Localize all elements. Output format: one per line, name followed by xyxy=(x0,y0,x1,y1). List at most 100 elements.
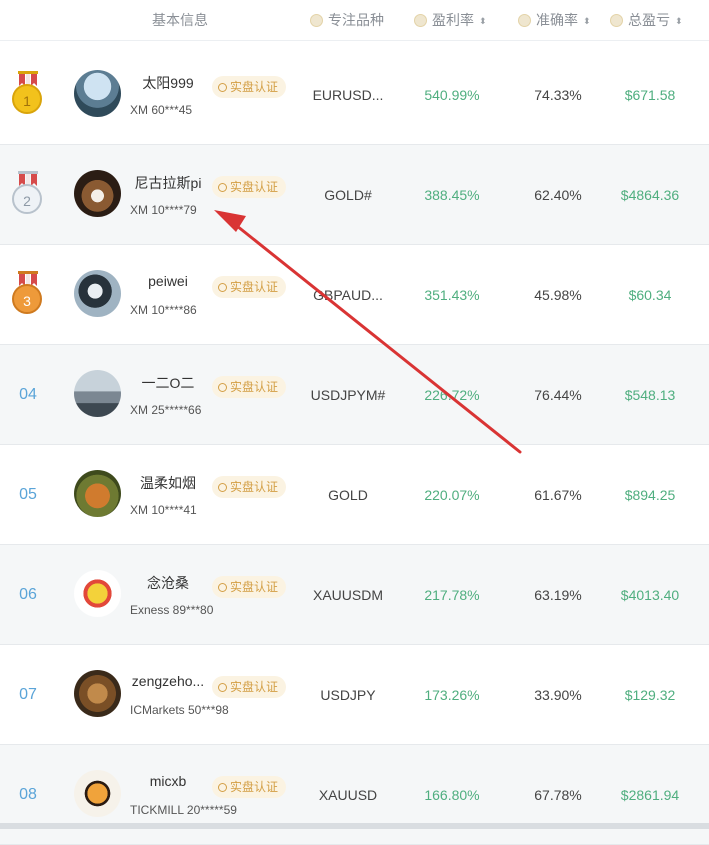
total-profit-value: $894.25 xyxy=(624,487,676,503)
header-profit-rate[interactable]: 盈利率 ⬍ xyxy=(414,0,487,40)
profit-rate-value: 173.26% xyxy=(424,687,480,703)
verified-badge-label: 实盘认证 xyxy=(230,280,279,294)
table-row[interactable]: 05 温柔如烟 XM 10****41 实盘认证 GOLD 220.07% 61… xyxy=(0,445,709,545)
broker-account: Exness 89***80 xyxy=(130,603,214,617)
focus-symbol: USDJPY xyxy=(320,687,376,703)
user-avatar[interactable] xyxy=(74,570,121,617)
user-name[interactable]: micxb xyxy=(128,773,208,789)
header-symbol-label: 专注品种 xyxy=(328,12,384,28)
symbol-icon xyxy=(310,14,323,27)
header-profit-rate-label: 盈利率 xyxy=(432,12,474,28)
verified-badge-label: 实盘认证 xyxy=(230,680,279,694)
user-name[interactable]: 一二O二 xyxy=(128,373,208,393)
user-name[interactable]: peiwei xyxy=(128,273,208,289)
user-name[interactable]: 温柔如烟 xyxy=(128,473,208,493)
profit-rate-value: 226.72% xyxy=(424,387,480,403)
verified-badge-label: 实盘认证 xyxy=(230,80,279,94)
verified-badge-label: 实盘认证 xyxy=(230,180,279,194)
gold-medal-icon: 1 xyxy=(10,71,46,119)
user-avatar[interactable] xyxy=(74,770,121,817)
verified-badge-label: 实盘认证 xyxy=(230,380,279,394)
header-basic-info-label: 基本信息 xyxy=(152,12,208,28)
verified-badge: 实盘认证 xyxy=(212,776,287,798)
medal-rank-number: 2 xyxy=(12,184,42,214)
broker-account: XM 60***45 xyxy=(130,103,193,117)
broker-account: XM 10****79 xyxy=(130,203,197,217)
accuracy-value: 61.67% xyxy=(534,487,582,503)
table-row[interactable]: 07 zengzeho... ICMarkets 50***98 实盘认证 US… xyxy=(0,645,709,745)
total-profit-value: $4864.36 xyxy=(620,187,680,203)
total-profit-value: $2861.94 xyxy=(620,787,680,803)
user-avatar[interactable] xyxy=(74,370,121,417)
user-avatar[interactable] xyxy=(74,170,121,217)
accuracy-value: 63.19% xyxy=(534,587,582,603)
verified-badge: 实盘认证 xyxy=(212,276,287,298)
sort-icon[interactable]: ⬍ xyxy=(479,1,487,41)
rank-number: 05 xyxy=(19,486,37,503)
table-row[interactable]: 04 一二O二 XM 25*****66 实盘认证 USDJPYM# 226.7… xyxy=(0,345,709,445)
medal-rank-number: 1 xyxy=(12,84,42,114)
user-avatar[interactable] xyxy=(74,270,121,317)
table-header: 基本信息 专注品种 盈利率 ⬍ 准确率 ⬍ 总盈亏 ⬍ xyxy=(0,0,709,41)
user-name[interactable]: zengzeho... xyxy=(128,673,208,689)
verified-badge: 实盘认证 xyxy=(212,476,287,498)
profit-icon xyxy=(414,14,427,27)
broker-account: TICKMILL 20*****59 xyxy=(130,803,237,817)
bronze-medal-icon: 3 xyxy=(10,271,46,319)
header-basic-info: 基本信息 xyxy=(152,0,208,40)
profit-rate-value: 217.78% xyxy=(424,587,480,603)
verified-icon xyxy=(218,483,227,492)
accuracy-value: 74.33% xyxy=(534,87,582,103)
profit-rate-value: 540.99% xyxy=(424,87,480,103)
rank-number: 06 xyxy=(19,586,37,603)
focus-symbol: XAUUSD xyxy=(318,787,378,803)
total-profit-value: $4013.40 xyxy=(620,587,680,603)
table-row[interactable]: 1 太阳999 XM 60***45 实盘认证 EURUSD... 540.99… xyxy=(0,45,709,145)
accuracy-value: 67.78% xyxy=(534,787,582,803)
accuracy-value: 45.98% xyxy=(534,287,582,303)
rank-number: 04 xyxy=(19,386,37,403)
profit-rate-value: 220.07% xyxy=(424,487,480,503)
table-row[interactable]: 2 尼古拉斯pi XM 10****79 实盘认证 GOLD# 388.45% … xyxy=(0,145,709,245)
verified-icon xyxy=(218,183,227,192)
total-profit-value: $129.32 xyxy=(624,687,676,703)
total-profit-value: $671.58 xyxy=(624,87,676,103)
user-name[interactable]: 念沧桑 xyxy=(128,573,208,593)
rank-number: 07 xyxy=(19,686,37,703)
verified-icon xyxy=(218,683,227,692)
verified-badge: 实盘认证 xyxy=(212,676,287,698)
verified-icon xyxy=(218,83,227,92)
verified-icon xyxy=(218,383,227,392)
sort-icon[interactable]: ⬍ xyxy=(583,1,591,41)
header-total[interactable]: 总盈亏 ⬍ xyxy=(610,0,683,40)
accuracy-icon xyxy=(518,14,531,27)
focus-symbol: USDJPYM# xyxy=(310,387,386,403)
accuracy-value: 62.40% xyxy=(534,187,582,203)
header-symbol: 专注品种 xyxy=(310,0,384,40)
focus-symbol: GOLD xyxy=(328,487,368,503)
table-row[interactable]: 3 peiwei XM 10****86 实盘认证 GBPAUD... 351.… xyxy=(0,245,709,345)
total-icon xyxy=(610,14,623,27)
verified-badge: 实盘认证 xyxy=(212,76,287,98)
table-row[interactable]: 08 micxb TICKMILL 20*****59 实盘认证 XAUUSD … xyxy=(0,745,709,845)
broker-account: XM 10****86 xyxy=(130,303,197,317)
header-total-label: 总盈亏 xyxy=(628,12,670,28)
focus-symbol: GBPAUD... xyxy=(313,287,383,303)
verified-badge: 实盘认证 xyxy=(212,576,287,598)
verified-icon xyxy=(218,783,227,792)
user-avatar[interactable] xyxy=(74,70,121,117)
verified-icon xyxy=(218,283,227,292)
table-row[interactable]: 06 念沧桑 Exness 89***80 实盘认证 XAUUSDM 217.7… xyxy=(0,545,709,645)
verified-badge-label: 实盘认证 xyxy=(230,780,279,794)
horizontal-scrollbar[interactable] xyxy=(0,823,709,829)
header-accuracy[interactable]: 准确率 ⬍ xyxy=(518,0,591,40)
sort-icon[interactable]: ⬍ xyxy=(675,1,683,41)
profit-rate-value: 166.80% xyxy=(424,787,480,803)
user-avatar[interactable] xyxy=(74,670,121,717)
profit-rate-value: 388.45% xyxy=(424,187,480,203)
user-name[interactable]: 太阳999 xyxy=(128,73,208,93)
user-avatar[interactable] xyxy=(74,470,121,517)
accuracy-value: 76.44% xyxy=(534,387,582,403)
user-name[interactable]: 尼古拉斯pi xyxy=(128,173,208,193)
verified-badge: 实盘认证 xyxy=(212,176,287,198)
